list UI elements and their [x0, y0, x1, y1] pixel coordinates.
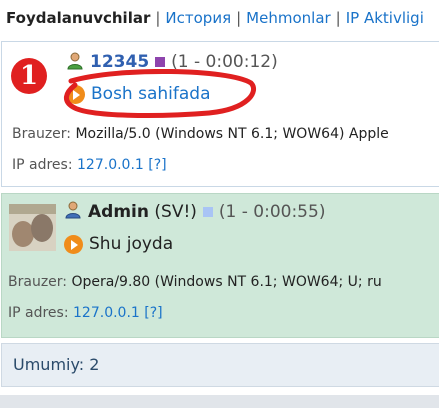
- browser-label: Brauzer:: [8, 274, 68, 290]
- tab-users[interactable]: Foydalanuvchilar: [6, 9, 150, 27]
- browser-line: Brauzer: Mozilla/5.0 (Windows NT 6.1; WO…: [12, 126, 389, 142]
- ip-label: IP adres:: [12, 157, 73, 173]
- arrow-right-icon: [64, 234, 83, 254]
- ip-help-link[interactable]: [?]: [148, 157, 166, 173]
- user-card: Admin (SV!) (1 - 0:00:55) Shu joyda Brauz…: [1, 193, 439, 338]
- ip-link[interactable]: 127.0.0.1: [77, 157, 144, 173]
- tabs-bar: Foydalanuvchilar | История | Mehmonlar | IP Ak…: [0, 0, 439, 36]
- browser-value: Mozilla/5.0 (Windows NT 6.1; WOW64) Appl…: [75, 126, 389, 142]
- tab-ip-activity[interactable]: IP Aktivligi: [346, 9, 424, 27]
- browser-label: Brauzer:: [12, 126, 72, 142]
- summary-bar: Umumiy: 2: [1, 343, 439, 387]
- tab-separator: |: [155, 9, 161, 27]
- username-link[interactable]: Admin: [88, 202, 149, 222]
- role-label: (SV!): [154, 202, 197, 222]
- tab-history[interactable]: История: [165, 9, 231, 27]
- annotation-ellipse: [64, 69, 257, 118]
- location-text: Shu joyda: [89, 234, 174, 254]
- user-line: Admin (SV!) (1 - 0:00:55): [88, 202, 325, 222]
- tab-separator: |: [335, 9, 341, 27]
- user-icon: [67, 52, 83, 70]
- session-time: (1 - 0:00:55): [218, 202, 326, 222]
- number-badge: 1: [11, 58, 47, 94]
- user-card: 1 12345 (1 - 0:00:12) Bosh sahifada Brauz…: [1, 41, 439, 187]
- ip-line: IP adres: 127.0.0.1 [?]: [12, 157, 167, 173]
- tab-guests[interactable]: Mehmonlar: [246, 9, 331, 27]
- location-line: Shu joyda: [64, 234, 173, 254]
- browser-value: Opera/9.80 (Windows NT 6.1; WOW64; U; ru: [71, 274, 382, 290]
- next-section: [0, 395, 439, 408]
- admin-user-icon: [65, 201, 81, 219]
- status-dot: [202, 206, 213, 217]
- total-count: Umumiy: 2: [13, 355, 100, 374]
- browser-line: Brauzer: Opera/9.80 (Windows NT 6.1; WOW…: [8, 274, 382, 290]
- avatar[interactable]: [9, 204, 56, 251]
- ip-help-link[interactable]: [?]: [144, 305, 162, 321]
- ip-link[interactable]: 127.0.0.1: [73, 305, 140, 321]
- tab-separator: |: [236, 9, 242, 27]
- ip-label: IP adres:: [8, 305, 69, 321]
- ip-line: IP adres: 127.0.0.1 [?]: [8, 305, 163, 321]
- status-dot: [155, 56, 166, 67]
